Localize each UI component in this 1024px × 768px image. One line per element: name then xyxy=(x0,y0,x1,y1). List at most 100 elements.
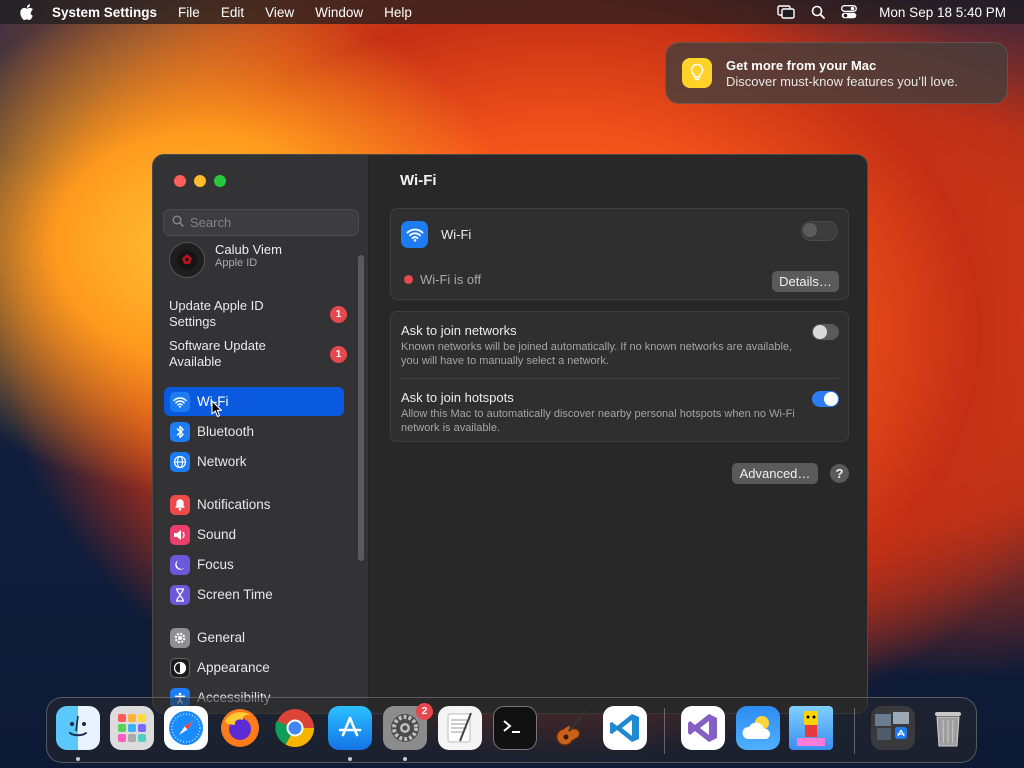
system-settings-dock-badge: 2 xyxy=(416,703,433,720)
bell-icon xyxy=(170,494,190,515)
ask-to-join-card: Ask to join networks Known networks will… xyxy=(390,311,849,442)
wifi-large-icon xyxy=(401,221,428,248)
search-icon xyxy=(172,215,184,230)
ask-hotspots-toggle[interactable] xyxy=(812,391,839,407)
dock-chrome[interactable] xyxy=(273,706,317,750)
dock-downloads-stack[interactable] xyxy=(871,706,915,750)
notice-badge: 1 xyxy=(330,346,347,363)
wifi-toggle[interactable] xyxy=(801,221,838,241)
gear-icon xyxy=(170,627,190,648)
dock-game[interactable] xyxy=(789,706,833,750)
guitar-icon xyxy=(556,710,587,746)
user-subtitle: Apple ID xyxy=(215,256,258,269)
minimize-window-button[interactable] xyxy=(194,175,206,187)
update-apple-id-notice[interactable]: Update Apple ID Settings 1 xyxy=(169,298,347,330)
downloads-stack-icon xyxy=(875,712,909,740)
safari-compass-icon xyxy=(169,711,203,745)
status-dot xyxy=(404,275,413,284)
dock-garageband[interactable] xyxy=(548,706,592,750)
dock-visual-studio[interactable] xyxy=(681,706,725,750)
sidebar-item-sound[interactable]: Sound xyxy=(164,520,344,549)
software-update-notice[interactable]: Software Update Available 1 xyxy=(169,338,347,370)
tips-lightbulb-icon xyxy=(682,58,712,88)
menu-view[interactable]: View xyxy=(265,5,294,20)
notice-label: Software Update Available xyxy=(169,338,266,369)
zoom-window-button[interactable] xyxy=(214,175,226,187)
menu-clock[interactable]: Mon Sep 18 5:40 PM xyxy=(879,5,1006,20)
dock-firefox[interactable] xyxy=(218,706,262,750)
sidebar-item-notifications[interactable]: Notifications xyxy=(164,490,344,519)
notification-title: Get more from your Mac xyxy=(726,57,877,73)
dock-weather[interactable] xyxy=(736,706,780,750)
dock-launchpad[interactable] xyxy=(110,706,154,750)
sidebar-item-label: General xyxy=(197,630,246,645)
apple-menu-icon[interactable] xyxy=(18,3,36,21)
trash-icon xyxy=(935,712,961,747)
dock-terminal[interactable] xyxy=(493,706,537,750)
sidebar-item-network[interactable]: Network xyxy=(164,447,344,476)
sidebar-item-focus[interactable]: Focus xyxy=(164,550,344,579)
row-divider xyxy=(401,378,838,379)
ask-networks-description: Known networks will be joined automatica… xyxy=(401,341,793,367)
search-field[interactable] xyxy=(163,209,359,236)
search-input[interactable] xyxy=(190,215,350,230)
avatar xyxy=(169,242,205,278)
speaker-icon xyxy=(170,524,190,545)
sidebar-item-wifi[interactable]: Wi-Fi xyxy=(164,387,344,416)
dock-textedit[interactable] xyxy=(438,706,482,750)
mouse-pointer-icon xyxy=(211,400,223,423)
app-store-icon xyxy=(338,716,362,737)
details-button[interactable]: Details… xyxy=(772,271,839,292)
menu-file[interactable]: File xyxy=(178,5,200,20)
close-window-button[interactable] xyxy=(174,175,186,187)
menu-app-name[interactable]: System Settings xyxy=(52,5,157,20)
ask-hotspots-description: Allow this Mac to automatically discover… xyxy=(401,408,795,434)
ask-networks-toggle[interactable] xyxy=(812,324,839,340)
dock-trash[interactable] xyxy=(926,706,970,750)
menu-bar: System Settings File Edit View Window He… xyxy=(0,0,1024,24)
dock: 2 xyxy=(46,697,977,763)
bluetooth-icon xyxy=(170,421,190,442)
ask-hotspots-title: Ask to join hotspots xyxy=(401,390,514,405)
sidebar-item-general[interactable]: General xyxy=(164,623,344,652)
dock-finder[interactable] xyxy=(56,706,100,750)
user-name: Calub Viem xyxy=(215,241,282,257)
sidebar-item-screen-time[interactable]: Screen Time xyxy=(164,580,344,609)
sidebar: Calub Viem Apple ID Update Apple ID Sett… xyxy=(153,155,369,713)
help-button[interactable]: ? xyxy=(830,464,849,483)
visual-studio-icon xyxy=(688,714,717,742)
weather-cloud-sun-icon xyxy=(742,716,771,739)
sidebar-item-bluetooth[interactable]: Bluetooth xyxy=(164,417,344,446)
menu-window[interactable]: Window xyxy=(315,5,363,20)
wifi-card: Wi-Fi Wi-Fi is off Details… xyxy=(390,208,849,300)
control-center-icon[interactable] xyxy=(841,5,858,19)
appearance-icon xyxy=(170,657,190,678)
notification-banner[interactable]: Get more from your Mac Discover must-kno… xyxy=(665,42,1008,104)
firefox-icon xyxy=(221,709,259,747)
sidebar-scrollbar[interactable] xyxy=(358,255,364,561)
sidebar-item-label: Bluetooth xyxy=(197,424,255,439)
dock-app-store[interactable] xyxy=(328,706,372,750)
screen-mirroring-icon[interactable] xyxy=(777,5,795,19)
advanced-button[interactable]: Advanced… xyxy=(732,463,818,484)
dock-vscode[interactable] xyxy=(603,706,647,750)
menu-edit[interactable]: Edit xyxy=(221,5,244,20)
notice-label: Update Apple ID Settings xyxy=(169,298,264,329)
sidebar-item-label: Notifications xyxy=(197,497,271,512)
system-settings-window: Calub Viem Apple ID Update Apple ID Sett… xyxy=(152,154,868,714)
finder-icon xyxy=(69,715,87,737)
sidebar-item-appearance[interactable]: Appearance xyxy=(164,653,344,682)
sidebar-item-label: Appearance xyxy=(197,660,270,675)
spotlight-search-icon[interactable] xyxy=(811,5,826,19)
notification-body: Discover must-know features you’ll love. xyxy=(726,73,958,89)
menu-help[interactable]: Help xyxy=(384,5,412,20)
sidebar-item-label: Focus xyxy=(197,557,234,572)
finder-running-indicator xyxy=(76,757,80,761)
launchpad-icon xyxy=(118,714,146,742)
wifi-status: Wi-Fi is off xyxy=(420,272,482,287)
textedit-icon xyxy=(447,712,472,743)
dock-safari[interactable] xyxy=(164,706,208,750)
apple-id-account[interactable]: Calub Viem Apple ID xyxy=(169,241,282,278)
game-character-icon xyxy=(797,711,825,746)
wifi-settings-pane: Wi-Fi Wi-Fi Wi-Fi is off Details… Ask to… xyxy=(370,155,867,713)
